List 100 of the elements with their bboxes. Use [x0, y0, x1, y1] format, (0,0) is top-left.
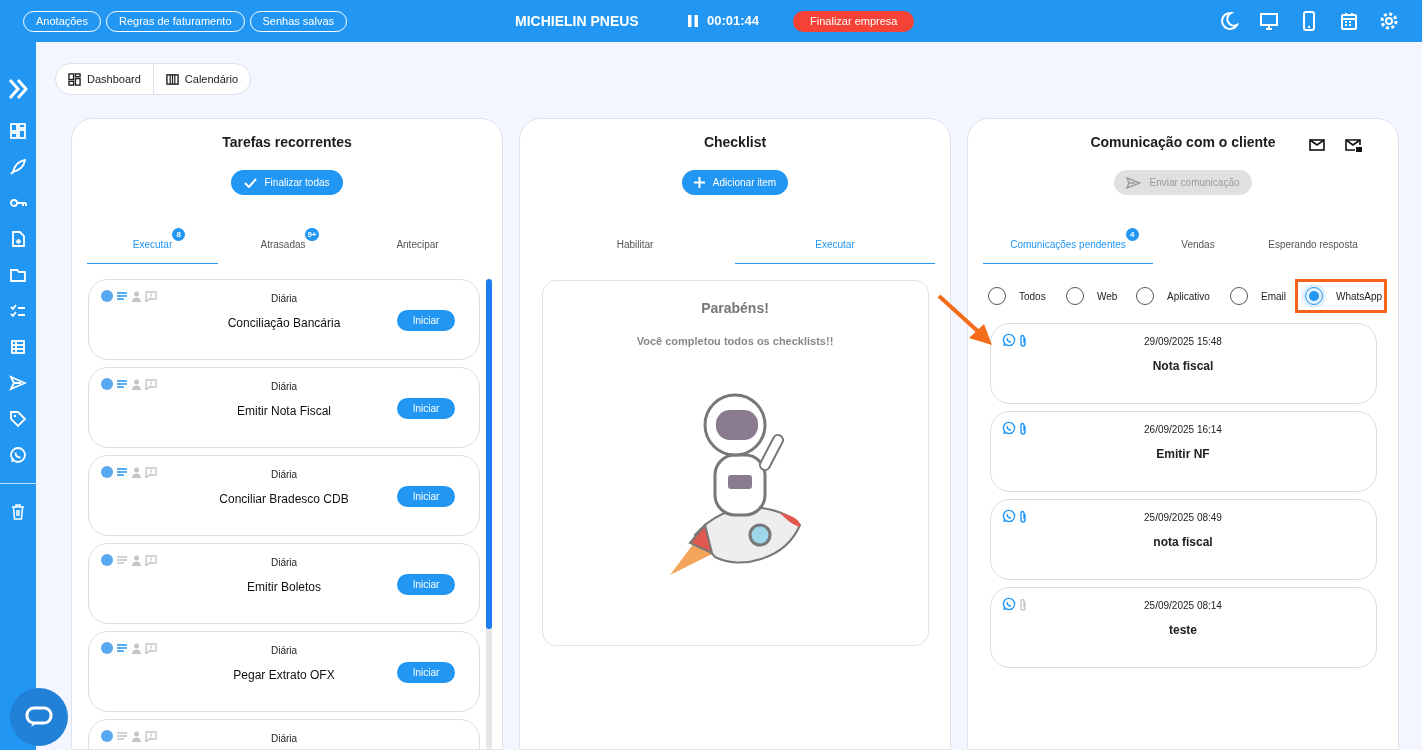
filter-radio[interactable]: Todos [985, 279, 1063, 313]
check-icon [244, 177, 258, 188]
tab[interactable]: Atrasadas 9+ [218, 225, 348, 264]
person-icon [131, 642, 142, 654]
empty-title: Parabéns! [701, 299, 769, 318]
whatsapp-icon [9, 446, 27, 464]
toolbar-button[interactable] [1259, 11, 1279, 31]
start-button[interactable]: Iniciar [397, 662, 455, 683]
person-icon [131, 378, 142, 390]
task-title: Conciliar Bradesco CDB [219, 491, 349, 508]
chat-bubble-icon [25, 706, 53, 728]
comment-icon [145, 290, 157, 302]
sidebar-item[interactable] [9, 122, 27, 140]
comment-icon [145, 378, 157, 390]
task-frequency: Diária [270, 292, 298, 306]
expand-icon [7, 78, 29, 100]
toolbar-button[interactable] [1219, 11, 1239, 31]
pause-icon [688, 15, 698, 27]
task-frequency: Diária [270, 732, 298, 746]
company-name: MICHIELIN PNEUS [515, 11, 640, 31]
task-title: Pegar Extrato OFX [233, 667, 335, 684]
panel-title: Comunicação com o cliente [1090, 133, 1276, 152]
scrollbar[interactable] [486, 279, 492, 749]
filter-radio[interactable]: Aplicativo [1133, 279, 1227, 313]
whatsapp-icon [1001, 421, 1016, 435]
task-title: Conciliação Bancária [227, 315, 341, 332]
comment-icon [145, 642, 157, 654]
chat-button[interactable] [10, 688, 68, 746]
mail-lock-icon [1345, 139, 1362, 152]
count-badge: 9+ [305, 228, 319, 241]
task-title: Emitir Boletos [247, 579, 321, 596]
panel-title: Tarefas recorrentes [222, 133, 352, 152]
tab[interactable]: Executar 8 [87, 225, 218, 264]
tab[interactable]: Vendas [1153, 225, 1243, 264]
comment-icon [145, 466, 157, 478]
add-item-button[interactable]: Adicionar item [681, 170, 789, 195]
tab[interactable]: Esperando resposta [1243, 225, 1383, 264]
calendar-icon [1339, 11, 1359, 31]
tab[interactable]: Habilitar [535, 225, 735, 264]
filter-radio[interactable]: Web [1063, 279, 1133, 313]
start-button[interactable]: Iniciar [397, 398, 455, 419]
sidebar-item[interactable] [9, 266, 27, 284]
message-title: teste [1169, 622, 1197, 639]
send-communication-button[interactable]: Enviar comunicação [1114, 170, 1252, 195]
person-icon [131, 554, 142, 566]
calendar-grid-icon [165, 72, 179, 86]
whatsapp-icon [1001, 597, 1016, 611]
tab[interactable]: Executar [735, 225, 935, 264]
count-badge: 8 [172, 227, 186, 241]
panel-title: Checklist [703, 133, 767, 152]
start-button[interactable]: Iniciar [397, 310, 455, 331]
task-frequency: Diária [270, 380, 298, 394]
mail-icon [1309, 139, 1325, 151]
message-title: Nota fiscal [1152, 358, 1214, 375]
toolbar-button[interactable] [1339, 11, 1359, 31]
tag-icon [9, 410, 27, 428]
message-date: 26/09/2025 16:14 [1144, 423, 1222, 437]
message-title: nota fiscal [1153, 534, 1213, 551]
toolbar-button[interactable] [1379, 11, 1399, 31]
whatsapp-icon [1001, 509, 1016, 523]
tab[interactable]: Comunicações pendentes 4 [983, 225, 1153, 264]
filter-radio[interactable]: Email [1227, 279, 1295, 313]
person-icon [131, 290, 142, 302]
status-dot-icon [101, 554, 113, 566]
view-tab[interactable]: Dashboard [56, 64, 153, 94]
trash-icon [11, 504, 25, 520]
count-badge: 4 [1125, 227, 1139, 241]
view-tab[interactable]: Calendário [152, 64, 251, 94]
task-frequency: Diária [270, 644, 298, 658]
status-dot-icon [101, 466, 113, 478]
sidebar-item[interactable] [9, 302, 27, 320]
dark-mode-icon [1219, 11, 1239, 31]
sidebar-item[interactable] [9, 338, 27, 356]
settings-icon [1379, 11, 1399, 31]
filter-radio[interactable]: WhatsApp [1295, 279, 1388, 313]
start-button[interactable]: Iniciar [397, 574, 455, 595]
dashboard-icon [9, 122, 27, 140]
status-dot-icon [101, 642, 113, 654]
sidebar-item[interactable] [11, 504, 25, 520]
finish-company-button[interactable]: Finalizar empresa [793, 10, 915, 32]
sidebar-item[interactable] [9, 410, 27, 428]
person-icon [131, 466, 142, 478]
status-dot-icon [101, 730, 113, 742]
task-frequency: Diária [270, 468, 298, 482]
dashboard-icon [68, 72, 81, 86]
send-icon [9, 374, 27, 392]
plus-icon [693, 177, 705, 188]
tab[interactable]: Antecipar [348, 225, 487, 264]
sidebar-item[interactable] [9, 230, 27, 248]
sidebar-item[interactable] [9, 446, 27, 464]
folder-icon [9, 266, 27, 284]
message-date: 29/09/2025 15:48 [1144, 335, 1222, 349]
finish-all-button[interactable]: Finalizar todas [231, 170, 343, 195]
task-frequency: Diária [270, 556, 298, 570]
person-icon [131, 730, 142, 742]
whatsapp-icon [1001, 333, 1016, 347]
start-button[interactable]: Iniciar [397, 486, 455, 507]
sidebar-item[interactable] [9, 374, 27, 392]
status-dot-icon [101, 378, 113, 390]
task-title: Emitir Nota Fiscal [237, 403, 331, 420]
